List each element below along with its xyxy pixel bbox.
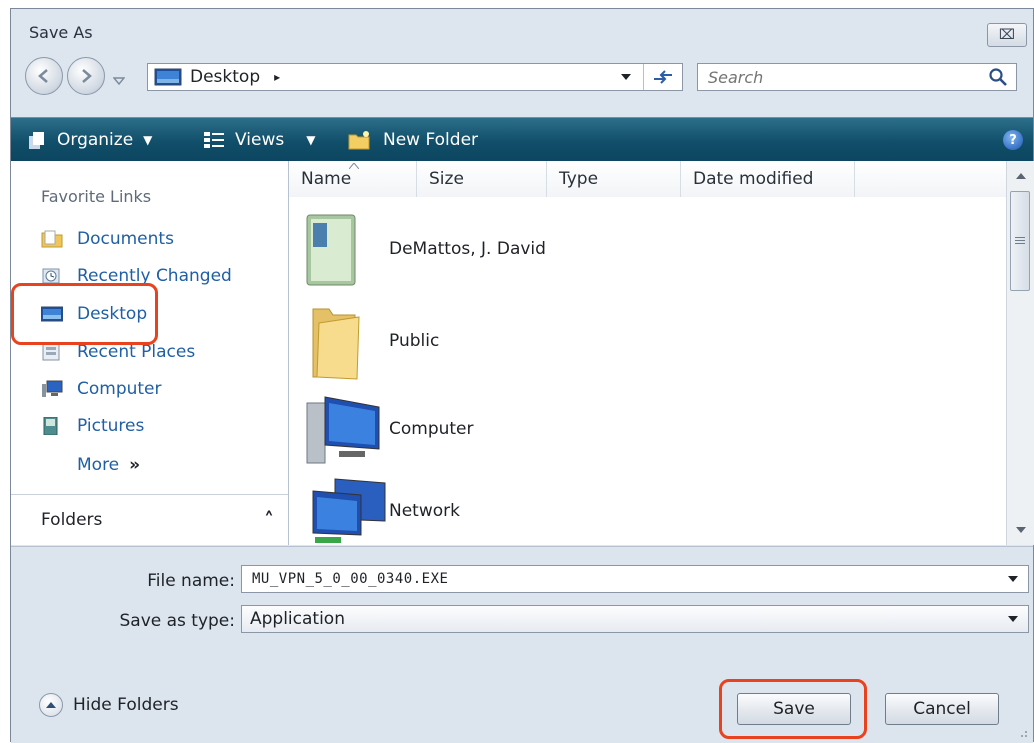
- file-list-pane: Name Size Type Date modified DeMattos, J…: [289, 161, 1006, 545]
- column-header-filler: [855, 161, 1006, 197]
- breadcrumb-chevron-icon[interactable]: ▸: [274, 70, 280, 84]
- file-name-input[interactable]: [250, 570, 1008, 588]
- organize-button[interactable]: Organize ▼: [27, 118, 152, 162]
- sidebar-item-label: Pictures: [77, 416, 145, 436]
- forward-button[interactable]: [67, 57, 105, 95]
- more-label: More: [77, 455, 120, 475]
- column-header-name[interactable]: Name: [289, 161, 417, 197]
- list-item[interactable]: DeMattos, J. David: [299, 209, 546, 289]
- search-icon[interactable]: [988, 67, 1008, 87]
- user-folder-icon: [306, 214, 356, 286]
- save-as-type-select[interactable]: Application: [241, 605, 1029, 633]
- save-button[interactable]: Save: [737, 693, 851, 725]
- chevron-down-icon[interactable]: [1008, 576, 1018, 582]
- folders-bar[interactable]: Folders ˄: [11, 495, 288, 545]
- navigation-pane: Favorite Links Documents Recently Change…: [11, 161, 289, 545]
- column-header-label: Date modified: [693, 169, 814, 189]
- address-history-dropdown[interactable]: [621, 74, 631, 80]
- sidebar-item-recent-places[interactable]: Recent Places: [41, 342, 195, 362]
- save-as-dialog: Save As ⌧ Desktop ▸ Search Organize ▼ Vi…: [10, 8, 1034, 743]
- file-name: Network: [389, 501, 460, 521]
- file-name-label: File name:: [147, 571, 235, 591]
- scroll-down-button[interactable]: [1007, 515, 1034, 545]
- column-header-type[interactable]: Type: [547, 161, 681, 197]
- list-item[interactable]: Network: [299, 477, 460, 545]
- computer-icon: [306, 396, 380, 464]
- favorite-links-heading: Favorite Links: [41, 187, 152, 206]
- file-name-combo[interactable]: [241, 565, 1029, 593]
- chevron-down-icon: [1008, 616, 1018, 622]
- search-input[interactable]: [706, 66, 988, 88]
- organize-icon: [29, 132, 44, 149]
- chevron-down-icon: [1015, 527, 1026, 533]
- chevron-down-icon: ▼: [306, 133, 316, 147]
- hide-folders-button[interactable]: Hide Folders: [39, 693, 179, 717]
- hide-folders-label: Hide Folders: [73, 695, 179, 715]
- column-header-date-modified[interactable]: Date modified: [681, 161, 855, 197]
- back-arrow-icon: [38, 69, 48, 83]
- search-box[interactable]: [697, 63, 1017, 91]
- grip-icon: [1015, 237, 1025, 244]
- views-icon: [204, 132, 224, 148]
- chevron-up-icon: ˄: [264, 508, 274, 532]
- sidebar-item-label: Recent Places: [77, 342, 196, 362]
- desktop-highlight: [11, 283, 158, 345]
- computer-icon: [42, 380, 63, 397]
- double-chevron-right-icon: »: [129, 455, 141, 475]
- forward-arrow-icon: [82, 69, 92, 83]
- chevron-up-icon: [1015, 173, 1026, 179]
- network-icon: [312, 478, 386, 543]
- chevron-down-icon: [112, 77, 126, 86]
- recent-pages-dropdown[interactable]: [112, 71, 126, 90]
- chevron-down-icon: ▼: [143, 133, 153, 147]
- sidebar-item-label: Documents: [77, 229, 174, 249]
- collapse-circle-icon: [39, 693, 63, 717]
- dialog-title: Save As: [29, 23, 93, 42]
- resize-grip-icon[interactable]: [1017, 727, 1029, 739]
- documents-folder-icon: [41, 230, 63, 248]
- address-bar[interactable]: Desktop ▸: [147, 63, 683, 91]
- folder-icon: [312, 308, 360, 380]
- sidebar-item-computer[interactable]: Computer: [41, 379, 162, 399]
- sidebar-item-label: Computer: [77, 379, 162, 399]
- recent-places-icon: [42, 343, 60, 361]
- close-button[interactable]: ⌧: [987, 23, 1027, 47]
- scroll-thumb[interactable]: [1010, 191, 1030, 291]
- views-button[interactable]: Views ▼: [203, 118, 315, 162]
- new-folder-icon: [348, 131, 370, 150]
- cancel-button[interactable]: Cancel: [885, 693, 999, 725]
- save-form: File name: Save as type: Application Hid…: [11, 546, 1033, 743]
- column-header-label: Type: [559, 169, 599, 189]
- chevron-up-icon: [46, 702, 56, 708]
- desktop-icon: [154, 68, 182, 86]
- address-breadcrumb[interactable]: Desktop: [190, 67, 260, 87]
- organize-label: Organize: [57, 130, 134, 150]
- sort-ascending-icon: [349, 163, 359, 169]
- sidebar-item-pictures[interactable]: Pictures: [41, 416, 144, 436]
- column-header-label: Size: [429, 169, 464, 189]
- command-toolbar: Organize ▼ Views ▼ New Folder ?: [11, 117, 1033, 163]
- save-as-type-label: Save as type:: [119, 611, 235, 631]
- column-header-size[interactable]: Size: [417, 161, 547, 197]
- file-name: DeMattos, J. David: [389, 239, 546, 259]
- refresh-icon[interactable]: [650, 67, 676, 87]
- new-folder-label: New Folder: [383, 130, 479, 150]
- scroll-up-button[interactable]: [1007, 161, 1034, 191]
- column-header-label: Name: [301, 169, 352, 189]
- more-links-button[interactable]: More »: [77, 455, 140, 475]
- sidebar-item-documents[interactable]: Documents: [41, 229, 174, 249]
- save-as-type-value: Application: [250, 609, 345, 629]
- vertical-scrollbar[interactable]: [1006, 161, 1034, 545]
- pictures-icon: [43, 417, 58, 435]
- list-item[interactable]: Computer: [299, 389, 474, 469]
- close-icon: ⌧: [998, 27, 1016, 43]
- new-folder-button[interactable]: New Folder: [347, 118, 478, 162]
- file-name: Public: [389, 331, 440, 351]
- folders-label: Folders: [41, 510, 103, 530]
- file-name: Computer: [389, 419, 474, 439]
- back-button[interactable]: [25, 57, 63, 95]
- help-icon[interactable]: ?: [1003, 130, 1023, 150]
- list-item[interactable]: Public: [299, 301, 439, 381]
- views-label: Views: [235, 130, 285, 150]
